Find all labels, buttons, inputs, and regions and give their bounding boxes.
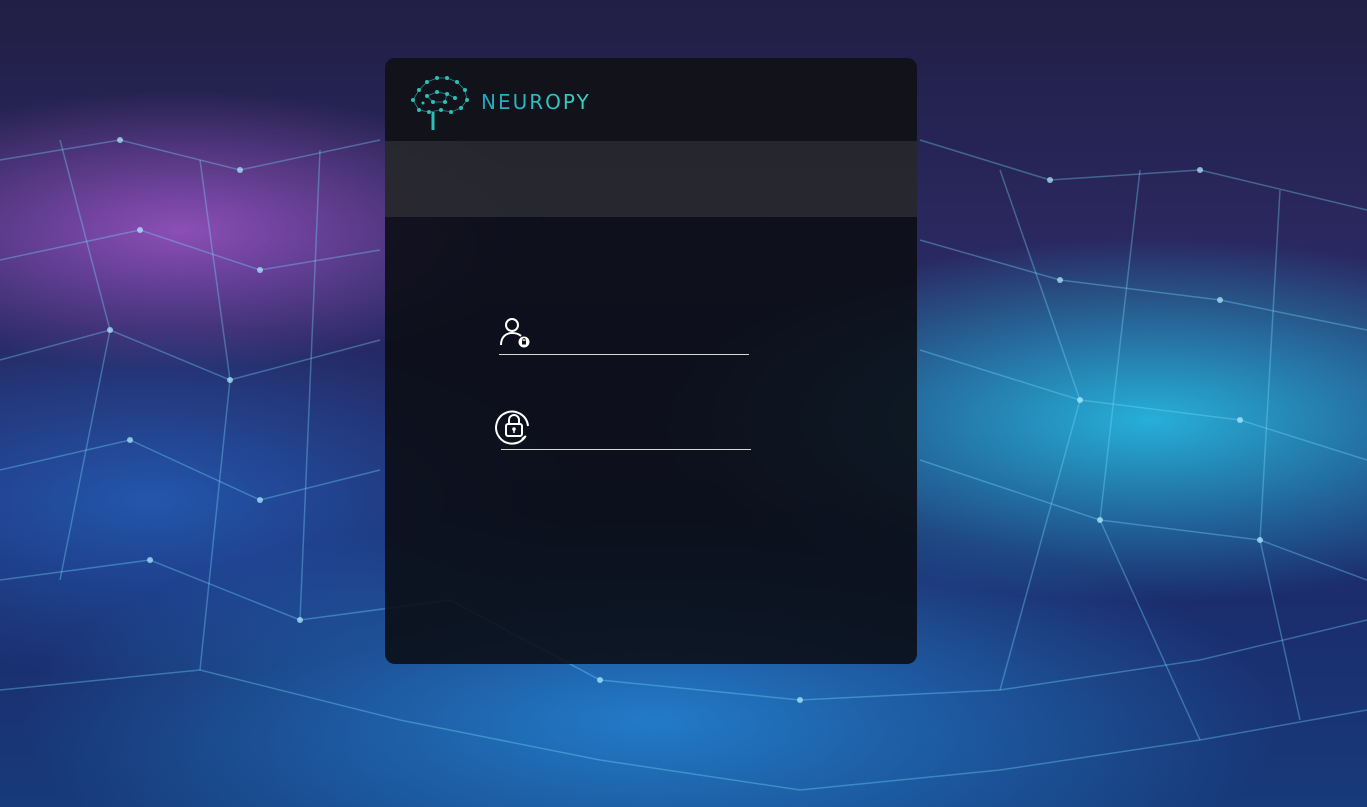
password-field[interactable] xyxy=(495,410,751,450)
username-underline xyxy=(499,354,749,355)
username-field[interactable] xyxy=(499,315,749,355)
login-panel: NEUROPY xyxy=(385,58,917,664)
panel-banner xyxy=(385,141,917,217)
brain-logo-icon xyxy=(411,76,469,130)
brand-name: NEUROPY xyxy=(481,90,591,114)
password-input[interactable] xyxy=(541,416,750,446)
user-lock-icon xyxy=(500,318,530,348)
panel-header: NEUROPY xyxy=(385,58,917,141)
password-underline xyxy=(501,449,751,450)
username-input[interactable] xyxy=(539,321,748,351)
padlock-circle-icon xyxy=(495,410,529,445)
